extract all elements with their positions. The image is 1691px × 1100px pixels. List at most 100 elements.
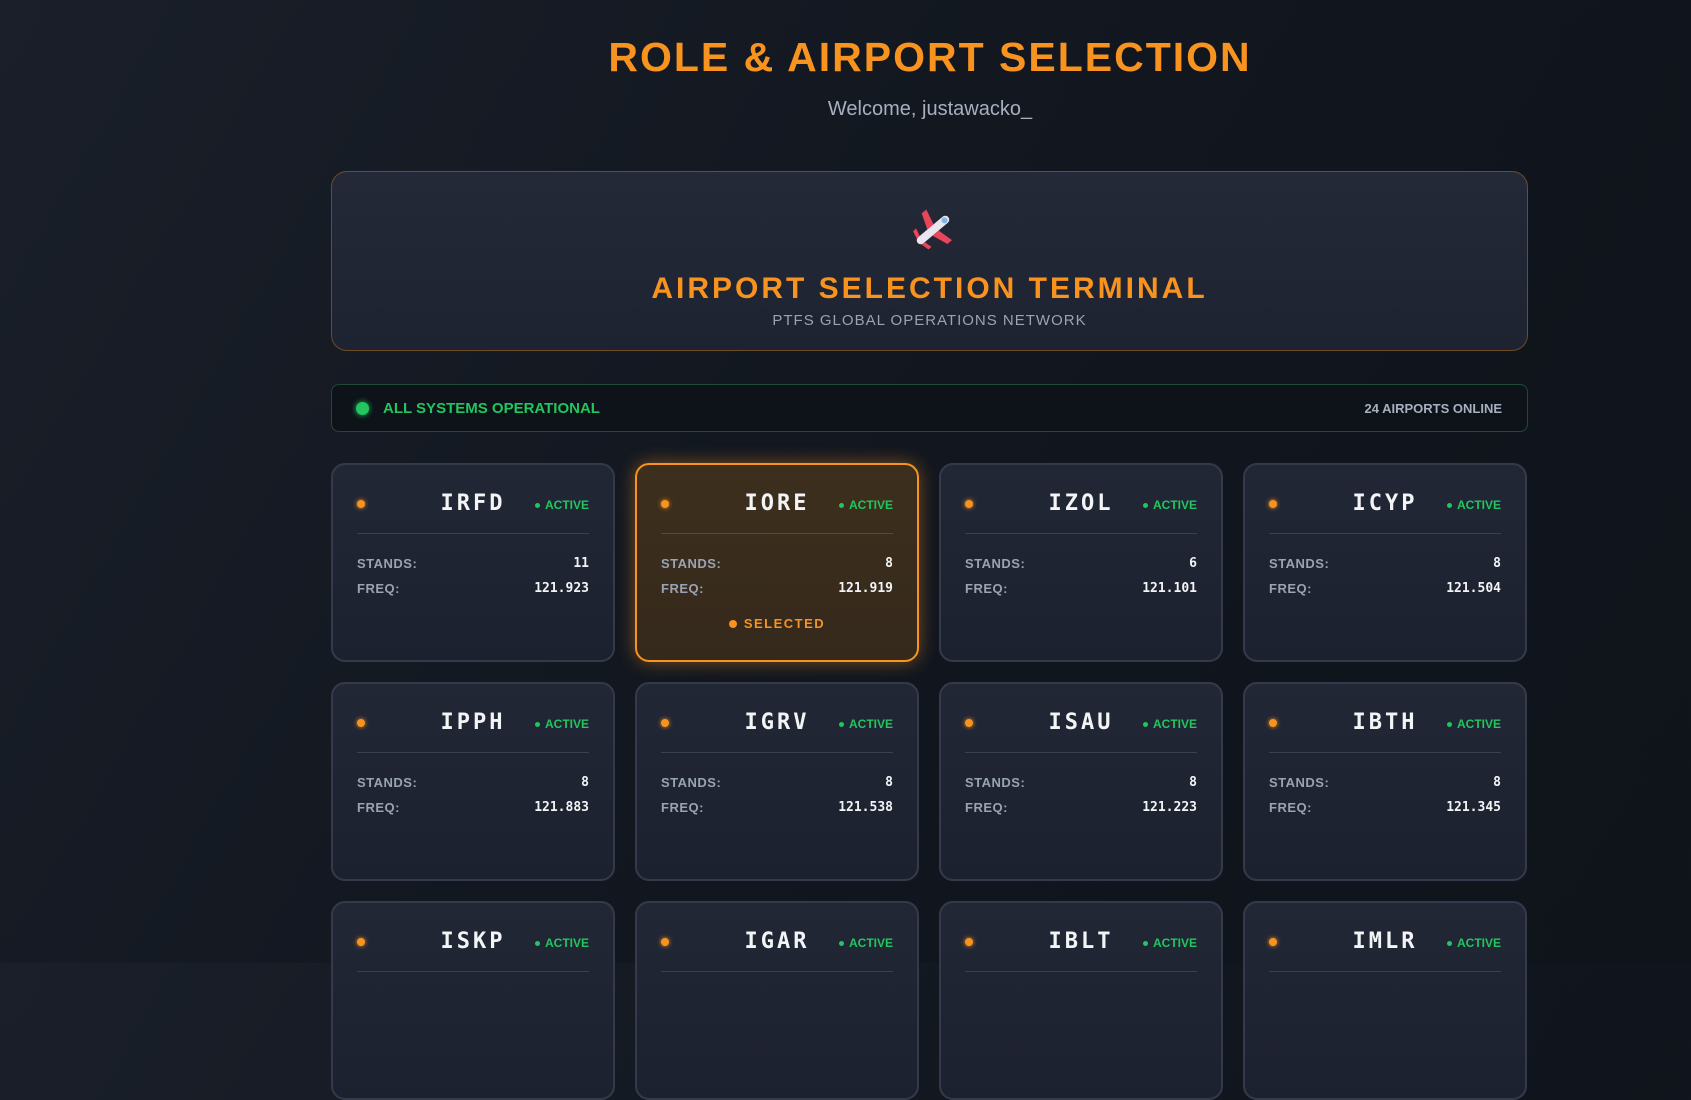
active-label: ACTIVE [1152, 498, 1197, 512]
active-badge: ACTIVE [534, 498, 589, 512]
active-badge: ACTIVE [838, 717, 893, 731]
airport-card-icyp[interactable]: ICYP ACTIVE STANDS: 8 FREQ: 121.504 [1243, 463, 1527, 662]
freq-row: FREQ: 121.504 [1269, 581, 1501, 596]
stands-value: 11 [573, 556, 589, 571]
active-dot-icon [1142, 940, 1148, 946]
card-divider [357, 971, 589, 972]
terminal-header-card: AIRPORT SELECTION TERMINAL PTFS GLOBAL O… [331, 171, 1528, 351]
freq-label: FREQ: [661, 581, 704, 596]
active-badge: ACTIVE [1142, 717, 1197, 731]
freq-row: FREQ: 121.923 [357, 581, 589, 596]
active-badge: ACTIVE [838, 498, 893, 512]
stands-row: STANDS: 6 [965, 556, 1197, 571]
freq-row: FREQ: 121.538 [661, 800, 893, 815]
freq-row: FREQ: 121.223 [965, 800, 1197, 815]
stands-label: STANDS: [965, 775, 1026, 790]
active-badge: ACTIVE [1142, 498, 1197, 512]
welcome-message: Welcome, justawacko_ [827, 98, 1033, 120]
card-divider [1269, 752, 1501, 753]
airport-card-ibth[interactable]: IBTH ACTIVE STANDS: 8 FREQ: 121.345 [1243, 682, 1527, 881]
card-divider [965, 752, 1197, 753]
active-label: ACTIVE [1456, 936, 1501, 950]
freq-value: 121.919 [838, 581, 893, 596]
airport-card-imlr[interactable]: IMLR ACTIVE [1243, 901, 1527, 1100]
freq-row: FREQ: 121.883 [357, 800, 589, 815]
freq-value: 121.504 [1446, 581, 1501, 596]
active-label: ACTIVE [848, 717, 893, 731]
freq-label: FREQ: [357, 800, 400, 815]
terminal-title: AIRPORT SELECTION TERMINAL [651, 272, 1208, 305]
stands-row: STANDS: 8 [661, 556, 893, 571]
active-dot-icon [1446, 502, 1452, 508]
stands-label: STANDS: [357, 775, 418, 790]
airport-card-izol[interactable]: IZOL ACTIVE STANDS: 6 FREQ: 121.101 [939, 463, 1223, 662]
card-divider [357, 533, 589, 534]
freq-row: FREQ: 121.101 [965, 581, 1197, 596]
freq-row: FREQ: 121.345 [1269, 800, 1501, 815]
airport-card-igrv[interactable]: IGRV ACTIVE STANDS: 8 FREQ: 121.538 [635, 682, 919, 881]
freq-label: FREQ: [661, 800, 704, 815]
card-divider [965, 971, 1197, 972]
system-status-bar: ALL SYSTEMS OPERATIONAL 24 AIRPORTS ONLI… [331, 384, 1528, 432]
active-label: ACTIVE [1456, 498, 1501, 512]
active-label: ACTIVE [1456, 717, 1501, 731]
stands-row: STANDS: 8 [661, 775, 893, 790]
airport-grid: IRFD ACTIVE STANDS: 11 FREQ: 121.923 IORE ACTIV… [331, 463, 1528, 1100]
freq-label: FREQ: [1269, 581, 1312, 596]
card-divider [357, 752, 589, 753]
freq-value: 121.345 [1446, 800, 1501, 815]
freq-row: FREQ: 121.919 [661, 581, 893, 596]
active-dot-icon [838, 721, 844, 727]
airport-card-ipph[interactable]: IPPH ACTIVE STANDS: 8 FREQ: 121.883 [331, 682, 615, 881]
airport-card-iskp[interactable]: ISKP ACTIVE [331, 901, 615, 1100]
terminal-subtitle: PTFS GLOBAL OPERATIONS NETWORK [772, 312, 1087, 329]
active-dot-icon [534, 721, 540, 727]
freq-value: 121.883 [534, 800, 589, 815]
freq-value: 121.923 [534, 581, 589, 596]
active-label: ACTIVE [544, 717, 589, 731]
active-dot-icon [1142, 721, 1148, 727]
stands-label: STANDS: [1269, 556, 1330, 571]
active-label: ACTIVE [848, 498, 893, 512]
active-dot-icon [1446, 721, 1452, 727]
stands-row: STANDS: 8 [357, 775, 589, 790]
airport-card-igar[interactable]: IGAR ACTIVE [635, 901, 919, 1100]
active-badge: ACTIVE [534, 717, 589, 731]
active-label: ACTIVE [1152, 717, 1197, 731]
freq-label: FREQ: [1269, 800, 1312, 815]
page-title: ROLE & AIRPORT SELECTION [608, 34, 1252, 80]
active-badge: ACTIVE [1446, 498, 1501, 512]
active-dot-icon [534, 502, 540, 508]
stands-label: STANDS: [1269, 775, 1330, 790]
active-label: ACTIVE [544, 936, 589, 950]
airport-card-iblt[interactable]: IBLT ACTIVE [939, 901, 1223, 1100]
card-divider [965, 533, 1197, 534]
airplane-icon [913, 209, 952, 250]
stands-label: STANDS: [357, 556, 418, 571]
airport-card-isau[interactable]: ISAU ACTIVE STANDS: 8 FREQ: 121.223 [939, 682, 1223, 881]
selected-badge: SELECTED [637, 616, 917, 631]
active-dot-icon [534, 940, 540, 946]
freq-value: 121.223 [1142, 800, 1197, 815]
airport-card-iore[interactable]: IORE ACTIVE STANDS: 8 FREQ: 121.919 SELECTED [635, 463, 919, 662]
freq-label: FREQ: [357, 581, 400, 596]
status-indicator-icon [356, 402, 369, 415]
freq-label: FREQ: [965, 800, 1008, 815]
stands-row: STANDS: 11 [357, 556, 589, 571]
airport-card-irfd[interactable]: IRFD ACTIVE STANDS: 11 FREQ: 121.923 [331, 463, 615, 662]
active-badge: ACTIVE [1142, 936, 1197, 950]
active-badge: ACTIVE [1446, 717, 1501, 731]
card-divider [1269, 533, 1501, 534]
stands-row: STANDS: 8 [1269, 556, 1501, 571]
stands-label: STANDS: [661, 775, 722, 790]
stands-value: 8 [885, 556, 893, 571]
card-divider [1269, 971, 1501, 972]
stands-label: STANDS: [965, 556, 1026, 571]
active-dot-icon [838, 940, 844, 946]
stands-label: STANDS: [661, 556, 722, 571]
stands-value: 8 [1493, 775, 1501, 790]
active-dot-icon [838, 502, 844, 508]
card-divider [661, 971, 893, 972]
active-badge: ACTIVE [534, 936, 589, 950]
stands-row: STANDS: 8 [1269, 775, 1501, 790]
